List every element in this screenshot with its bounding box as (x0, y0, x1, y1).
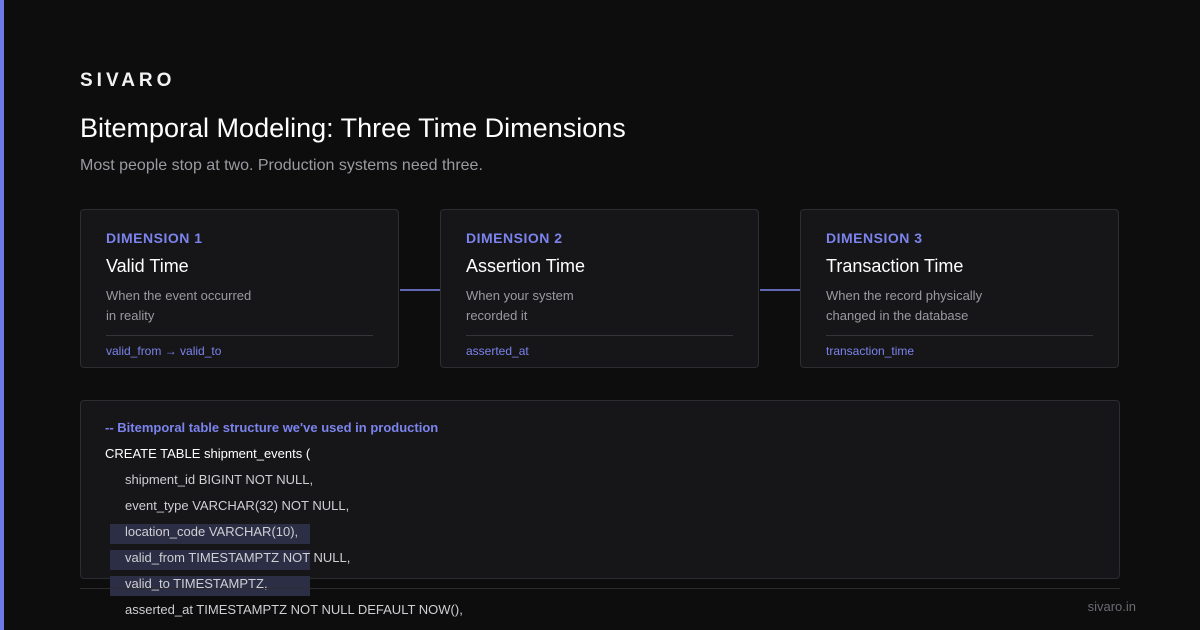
code-line: asserted_at TIMESTAMPTZ NOT NULL DEFAULT… (125, 602, 463, 617)
card-kicker: DIMENSION 3 (826, 230, 923, 246)
code-line: location_code VARCHAR(10), (125, 524, 299, 539)
page-title: Bitemporal Modeling: Three Time Dimensio… (80, 113, 626, 143)
card-description-line: recorded it (466, 308, 528, 323)
footer-divider (80, 588, 1120, 589)
card-description: When the event occurred in reality (106, 286, 306, 326)
card-field: valid_from → valid_to (106, 344, 222, 358)
code-line: event_type VARCHAR(32) NOT NULL, (125, 498, 350, 513)
accent-bar (0, 0, 4, 630)
card-kicker: DIMENSION 2 (466, 230, 563, 246)
card-divider (826, 335, 1093, 336)
brand-logo: SIVARO (80, 70, 176, 91)
card-field: transaction_time (826, 344, 915, 358)
card-field: asserted_at (466, 344, 529, 358)
card-description: When the record physically changed in th… (826, 286, 1026, 326)
card-divider (466, 335, 733, 336)
card-description-line: When your system (466, 288, 574, 303)
card-divider (106, 335, 373, 336)
page-subtitle: Most people stop at two. Production syst… (80, 157, 483, 174)
card-title: Valid Time (106, 256, 189, 276)
card-description-line: When the event occurred (106, 288, 252, 303)
dimension-card-1: DIMENSION 1 Valid Time When the event oc… (80, 209, 399, 368)
code-comment: -- Bitemporal table structure we've used… (105, 420, 439, 435)
card-description-line: When the record physically (826, 288, 983, 303)
code-line: CREATE TABLE shipment_events ( (105, 446, 311, 461)
code-line: shipment_id BIGINT NOT NULL, (125, 472, 314, 487)
card-kicker: DIMENSION 1 (106, 230, 203, 246)
card-description-line: in reality (106, 308, 155, 323)
footer-url: sivaro.in (1087, 599, 1136, 614)
card-description-line: changed in the database (826, 308, 969, 323)
card-description: When your system recorded it (466, 286, 666, 326)
card-title: Transaction Time (826, 256, 964, 276)
card-title: Assertion Time (466, 256, 586, 276)
dimension-card-2: DIMENSION 2 Assertion Time When your sys… (440, 209, 759, 368)
dimension-card-3: DIMENSION 3 Transaction Time When the re… (800, 209, 1119, 368)
code-line: valid_from TIMESTAMPTZ NOT NULL, (125, 550, 351, 565)
